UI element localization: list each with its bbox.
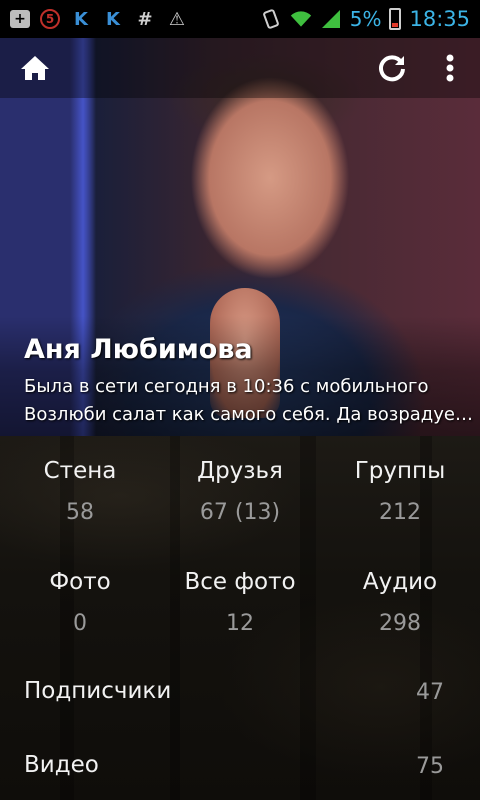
counters-row: Фото 0 Все фото 12 Аудио 298 [0, 565, 480, 641]
list-item-value: 47 [416, 680, 444, 705]
list-item-label: Подписчики [24, 678, 172, 704]
counter-groups[interactable]: Группы 212 [320, 454, 480, 530]
counter-value: 58 [66, 500, 94, 525]
k-icon: K [74, 8, 88, 30]
status-bar: + 5 K K # ⚠ 5% 18:35 [0, 0, 480, 38]
list-item-subscribers[interactable]: Подписчики 47 [0, 666, 480, 722]
overflow-menu-button[interactable] [432, 50, 468, 86]
counter-label: Группы [354, 458, 446, 484]
plus-box-icon: + [10, 10, 30, 28]
counter-value: 12 [226, 611, 254, 636]
battery-icon [389, 8, 402, 30]
k-icon: K [106, 8, 120, 30]
wifi-icon [290, 8, 312, 30]
counter-all-photos[interactable]: Все фото 12 [160, 565, 320, 641]
home-icon [21, 56, 49, 80]
counter-friends[interactable]: Друзья 67 (13) [160, 454, 320, 530]
counter-value: 67 (13) [199, 500, 281, 525]
list-item-label: Видео [24, 752, 99, 778]
counter-label: Фото [49, 569, 111, 595]
online-status: Была в сети сегодня в 10:36 с мобильного [24, 376, 429, 397]
list-item-value: 75 [416, 754, 444, 779]
counter-wall[interactable]: Стена 58 [0, 454, 160, 530]
counter-photos[interactable]: Фото 0 [0, 565, 160, 641]
counter-label: Стена [43, 458, 117, 484]
counter-audio[interactable]: Аудио 298 [320, 565, 480, 641]
warning-icon: ⚠ [168, 8, 186, 30]
profile-quote[interactable]: Возлюби салат как самого себя. Да возрад… [24, 404, 480, 425]
list-item-video[interactable]: Видео 75 [0, 740, 480, 796]
clock: 18:35 [409, 7, 470, 31]
hash-icon: # [137, 8, 153, 30]
counter-value: 0 [73, 611, 87, 636]
action-bar [0, 38, 480, 98]
counter-label: Аудио [362, 569, 438, 595]
profile-name: Аня Любимова [24, 334, 253, 365]
counter-label: Все фото [184, 569, 296, 595]
home-button[interactable] [17, 50, 53, 86]
rotate-icon [260, 8, 282, 30]
battery-percent: 5% [349, 7, 382, 31]
refresh-icon [379, 55, 405, 82]
counter-value: 298 [379, 611, 421, 636]
five-badge-icon: 5 [40, 9, 60, 29]
profile-counters: Стена 58 Друзья 67 (13) Группы 212 Фото … [0, 436, 480, 800]
counters-row: Стена 58 Друзья 67 (13) Группы 212 [0, 454, 480, 530]
refresh-button[interactable] [374, 50, 410, 86]
more-vert-icon [446, 54, 454, 82]
profile-header: Аня Любимова Была в сети сегодня в 10:36… [0, 38, 480, 436]
counter-value: 212 [379, 500, 421, 525]
signal-icon [320, 8, 342, 30]
counter-label: Друзья [197, 458, 283, 484]
